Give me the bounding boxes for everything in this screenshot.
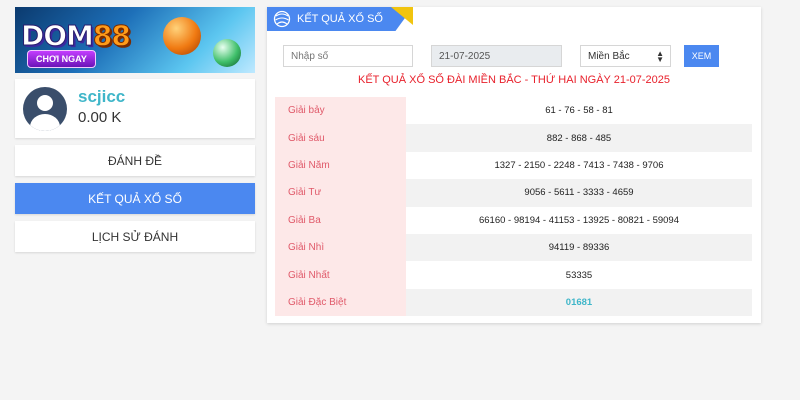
- prize-label: Giải Nhì: [275, 233, 406, 262]
- number-search-input[interactable]: [283, 45, 413, 67]
- lottery-ball-icon: [273, 10, 291, 28]
- avatar-body-icon: [30, 114, 60, 131]
- table-row: Giải Đặc Biệt 01681: [275, 288, 752, 317]
- lottery-results-button[interactable]: KẾT QUẢ XỔ SỐ: [15, 183, 255, 214]
- results-panel: KẾT QUẢ XỔ SỐ Miền Bắc ▲▼ XEM KẾT QUẢ XỔ…: [267, 7, 761, 323]
- bet-history-button[interactable]: LỊCH SỬ ĐÁNH: [15, 221, 255, 252]
- prize-label: Giải Ba: [275, 206, 406, 234]
- prize-value: 61 - 76 - 58 - 81: [406, 97, 752, 125]
- prize-value: 94119 - 89336: [406, 233, 752, 262]
- prize-value: 1327 - 2150 - 2248 - 7413 - 7438 - 9706: [406, 151, 752, 180]
- green-ball-graphic: [213, 39, 241, 67]
- brand-logo: DOM88: [21, 19, 132, 53]
- date-field[interactable]: [431, 45, 562, 67]
- special-prize-value: 01681: [406, 288, 752, 317]
- username: scjicc: [78, 87, 126, 106]
- table-row: Giải bảy 61 - 76 - 58 - 81: [275, 97, 752, 125]
- prize-label: Giải bảy: [275, 97, 406, 125]
- prize-label: Giải Năm: [275, 151, 406, 180]
- table-row: Giải Tư 9056 - 5611 - 3333 - 4659: [275, 179, 752, 207]
- prize-label: Giải Đặc Biệt: [275, 288, 406, 317]
- table-row: Giải Năm 1327 - 2150 - 2248 - 7413 - 7438…: [275, 151, 752, 180]
- results-table: Giải bảy 61 - 76 - 58 - 81 Giải sáu 882 - …: [275, 97, 752, 317]
- play-now-button[interactable]: CHƠI NGAY: [27, 50, 96, 68]
- user-card: scjicc 0.00 K: [15, 79, 255, 138]
- table-row: Giải Nhì 94119 - 89336: [275, 233, 752, 262]
- table-row: Giải sáu 882 - 868 - 485: [275, 124, 752, 152]
- avatar-head-icon: [37, 95, 53, 111]
- bet-button[interactable]: ĐÁNH ĐỀ: [15, 145, 255, 176]
- view-button[interactable]: XEM: [684, 45, 719, 67]
- region-selected-value: Miền Bắc: [588, 50, 630, 62]
- promo-banner[interactable]: DOM88 CHƠI NGAY: [15, 7, 255, 73]
- tab-lottery-results[interactable]: KẾT QUẢ XỔ SỐ: [267, 7, 413, 31]
- avatar: [23, 87, 67, 131]
- prize-value: 882 - 868 - 485: [406, 124, 752, 152]
- prize-label: Giải Tư: [275, 179, 406, 207]
- prize-label: Giải sáu: [275, 124, 406, 152]
- table-row: Giải Nhất 53335: [275, 261, 752, 289]
- orange-ball-graphic: [163, 17, 201, 55]
- logo-number: 88: [92, 19, 131, 53]
- prize-value: 66160 - 98194 - 41153 - 13925 - 80821 - …: [406, 206, 752, 234]
- sort-caret-icon: ▲ ▼: [656, 49, 664, 64]
- table-row: Giải Ba 66160 - 98194 - 41153 - 13925 - 8…: [275, 206, 752, 234]
- logo-text: DOM: [21, 19, 95, 53]
- tab-label: KẾT QUẢ XỔ SỐ: [297, 13, 383, 25]
- prize-value: 53335: [406, 261, 752, 289]
- result-title: KẾT QUẢ XỔ SỐ ĐÀI MIỀN BẮC - THỨ HAI NGÀ…: [358, 74, 670, 86]
- prize-label: Giải Nhất: [275, 261, 406, 289]
- prize-value: 9056 - 5611 - 3333 - 4659: [406, 179, 752, 207]
- region-select[interactable]: Miền Bắc ▲ ▼: [580, 45, 671, 67]
- account-balance: 0.00 K: [78, 109, 122, 126]
